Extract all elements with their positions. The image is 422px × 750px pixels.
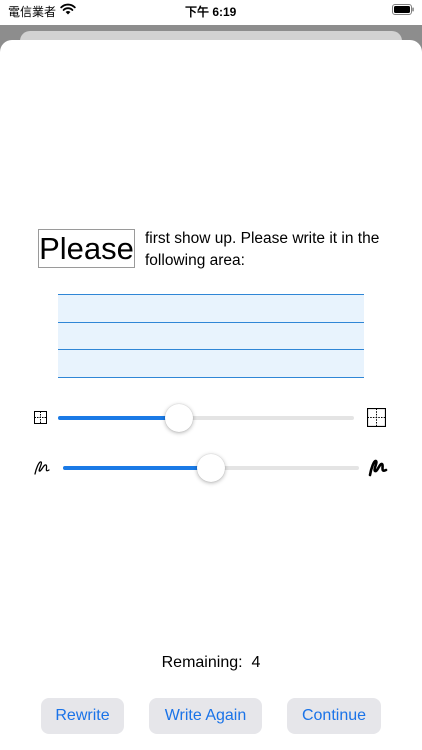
remaining-label: Remaining: [161, 654, 243, 671]
guide-line [58, 349, 364, 350]
wifi-icon [60, 3, 76, 15]
stroke-slider-fill [63, 466, 211, 470]
carrier-label: 電信業者 [8, 5, 57, 19]
size-slider-thumb[interactable] [165, 404, 193, 432]
large-grid-icon [367, 408, 386, 427]
thick-pen-icon [368, 459, 388, 477]
size-slider[interactable] [58, 416, 354, 420]
battery-icon [392, 4, 414, 15]
small-grid-icon [34, 411, 47, 424]
rewrite-button[interactable]: Rewrite [41, 698, 124, 734]
status-time: 下午 6:19 [185, 5, 237, 19]
size-slider-fill [58, 416, 179, 420]
thin-pen-icon [34, 461, 50, 475]
write-again-button[interactable]: Write Again [149, 698, 262, 734]
remaining-counter: Remaining: 4 [0, 654, 422, 672]
modal-sheet [0, 40, 422, 750]
guide-line [58, 322, 364, 323]
guide-line [58, 377, 364, 378]
stroke-slider-thumb[interactable] [197, 454, 225, 482]
instruction-text: first show up. Please write it in the fo… [145, 230, 380, 269]
target-word: Please [38, 229, 135, 268]
remaining-count: 4 [251, 654, 261, 671]
handwriting-area[interactable] [58, 294, 364, 378]
guide-line [58, 294, 364, 295]
continue-button[interactable]: Continue [287, 698, 381, 734]
status-bar: 電信業者 下午 6:19 [0, 0, 422, 24]
